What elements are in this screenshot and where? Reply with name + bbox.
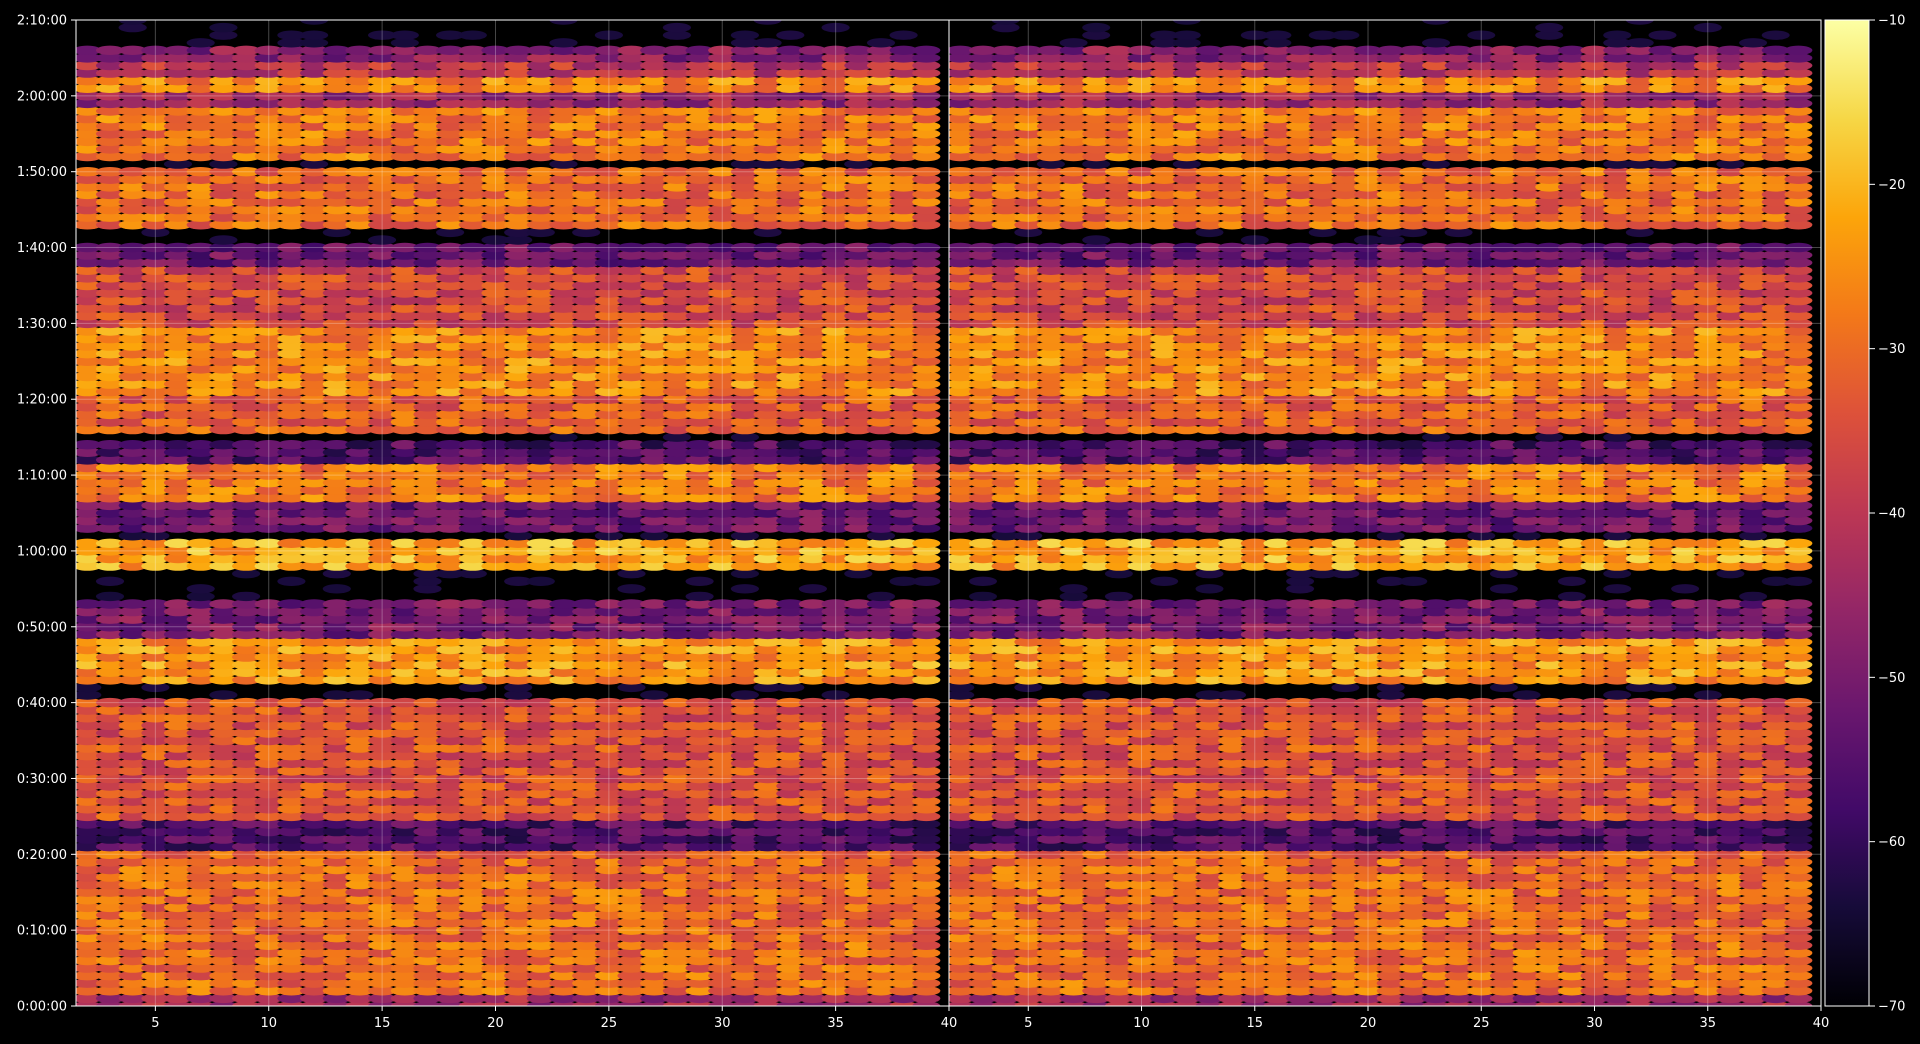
left-heatmap-cell (232, 591, 261, 602)
left-heatmap-cell (95, 591, 125, 602)
left-heatmap-cell (617, 584, 646, 594)
left-heatmap-cell (912, 576, 941, 586)
heatmap-figure: 0:00:000:10:000:20:000:30:000:40:000:50:… (17, 14, 1906, 1032)
left-heatmap-cell (912, 440, 941, 450)
left-heatmap-cell (209, 22, 238, 33)
left-heatmap-cell (730, 584, 760, 594)
left-panel (75, 19, 950, 1007)
left-heatmap-cell (209, 690, 238, 700)
left-heatmap-cell (549, 38, 578, 48)
left-heatmap-cell (730, 30, 760, 40)
right-panel (948, 19, 1822, 1007)
left-heatmap-cell (526, 576, 555, 586)
left-heatmap-cell (912, 45, 941, 55)
left-heatmap-cell (889, 30, 918, 40)
left-heatmap-cell (322, 584, 351, 594)
left-heatmap-cell (186, 38, 215, 48)
left-heatmap-cell (776, 30, 805, 40)
left-heatmap-cell (345, 690, 374, 700)
left-heatmap-cell (186, 584, 215, 594)
left-heatmap-cell (866, 38, 896, 48)
left-heatmap-cell (390, 30, 419, 40)
left-heatmap-cell (685, 576, 714, 586)
left-heatmap-cell (95, 576, 125, 586)
left-heatmap-cell (277, 576, 306, 586)
left-heatmap-cell (209, 235, 238, 245)
left-heatmap-cell (912, 599, 941, 609)
left-heatmap-cell (753, 38, 782, 48)
left-heatmap-cell (685, 591, 714, 602)
left-heatmap-cell (912, 538, 941, 548)
left-heatmap-cell (300, 30, 329, 40)
left-heatmap-cell (866, 591, 896, 602)
left-heatmap-cell (640, 690, 669, 700)
left-heatmap-cell (730, 690, 760, 700)
left-heatmap-cell (798, 584, 828, 594)
left-heatmap-cell (458, 30, 487, 40)
left-heatmap-cell (662, 22, 692, 33)
